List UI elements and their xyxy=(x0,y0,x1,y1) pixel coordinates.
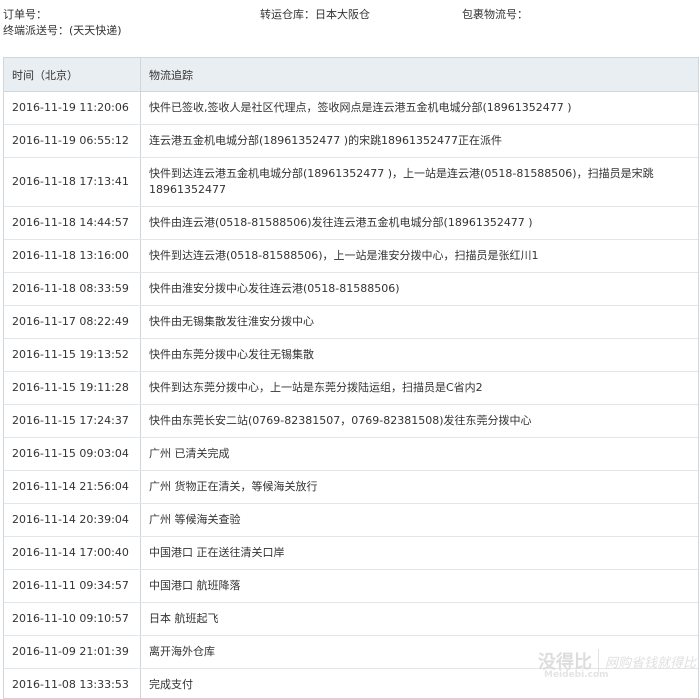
tracking-table: 时间（北京） 物流追踪 2016-11-19 11:20:06 快件已签收,签收人… xyxy=(3,57,699,699)
row-time: 2016-11-15 09:03:04 xyxy=(4,438,141,470)
table-row: 2016-11-18 17:13:41 快件到达连云港五金机电城分部(189613… xyxy=(4,158,698,207)
row-event: 快件已签收,签收人是社区代理点，签收网点是连云港五金机电城分部(18961352… xyxy=(149,101,572,114)
row-time: 2016-11-18 08:33:59 xyxy=(4,273,141,305)
row-event: 中国港口 航班降落 xyxy=(149,579,241,592)
table-row: 2016-11-11 09:34:57 中国港口 航班降落 xyxy=(4,570,698,603)
delivery-carrier: (天天快递) xyxy=(69,24,122,37)
warehouse-value: 日本大阪仓 xyxy=(315,8,370,21)
row-time: 2016-11-17 08:22:49 xyxy=(4,306,141,338)
row-event: 广州 已清关完成 xyxy=(149,447,230,460)
row-time: 2016-11-11 09:34:57 xyxy=(4,570,141,602)
row-time: 2016-11-14 20:39:04 xyxy=(4,504,141,536)
row-event: 快件由淮安分拨中心发往连云港(0518-81588506) xyxy=(149,282,400,295)
row-time: 2016-11-14 21:56:04 xyxy=(4,471,141,503)
table-row: 2016-11-18 13:16:00 快件到达连云港(0518-81588506… xyxy=(4,240,698,273)
row-time: 2016-11-19 06:55:12 xyxy=(4,125,141,157)
shipment-info: 订单号： 转运仓库：日本大阪仓 包裹物流号： 终端派送号： (天天快递) xyxy=(0,0,700,44)
row-time: 2016-11-14 17:00:40 xyxy=(4,537,141,569)
row-time: 2016-11-10 09:10:57 xyxy=(4,603,141,635)
table-row: 2016-11-14 21:56:04 广州 货物正在清关，等候海关放行 xyxy=(4,471,698,504)
table-row: 2016-11-15 19:11:28 快件到达东莞分拨中心，上一站是东莞分拨陆运… xyxy=(4,372,698,405)
warehouse-label: 转运仓库： xyxy=(260,8,315,21)
row-time: 2016-11-18 17:13:41 xyxy=(4,158,141,206)
row-event: 快件到达连云港(0518-81588506)，上一站是淮安分拨中心，扫描员是张红… xyxy=(149,249,539,262)
header-tracking: 物流追踪 xyxy=(149,68,193,82)
table-row: 2016-11-14 17:00:40 中国港口 正在送往清关口岸 xyxy=(4,537,698,570)
delivery-number-label: 终端派送号： xyxy=(3,24,69,37)
delivery-number-field: 终端派送号： (天天快递) xyxy=(3,24,122,38)
row-time: 2016-11-09 21:01:39 xyxy=(4,636,141,668)
row-time: 2016-11-18 13:16:00 xyxy=(4,240,141,272)
table-row: 2016-11-18 14:44:57 快件由连云港(0518-81588506)… xyxy=(4,207,698,240)
table-row: 2016-11-14 20:39:04 广州 等候海关查验 xyxy=(4,504,698,537)
order-number-field: 订单号： xyxy=(3,8,47,22)
table-row: 2016-11-15 09:03:04 广州 已清关完成 xyxy=(4,438,698,471)
row-event: 日本 航班起飞 xyxy=(149,612,219,625)
row-time: 2016-11-15 19:13:52 xyxy=(4,339,141,371)
table-row: 2016-11-10 09:10:57 日本 航班起飞 xyxy=(4,603,698,636)
row-event: 完成支付 xyxy=(149,678,193,691)
package-number-label: 包裹物流号： xyxy=(462,8,528,21)
row-event: 广州 等候海关查验 xyxy=(149,513,241,526)
row-event: 快件到达东莞分拨中心，上一站是东莞分拨陆运组，扫描员是C省内2 xyxy=(149,381,483,394)
tracking-table-header: 时间（北京） 物流追踪 xyxy=(4,58,698,92)
order-number-label: 订单号： xyxy=(3,8,47,21)
table-row: 2016-11-17 08:22:49 快件由无锡集散发往淮安分拨中心 xyxy=(4,306,698,339)
table-row: 2016-11-19 11:20:06 快件已签收,签收人是社区代理点，签收网点是… xyxy=(4,92,698,125)
row-time: 2016-11-15 19:11:28 xyxy=(4,372,141,404)
warehouse-field: 转运仓库：日本大阪仓 xyxy=(260,8,370,22)
row-event: 快件由连云港(0518-81588506)发往连云港五金机电城分部(189613… xyxy=(149,216,533,229)
row-event: 快件由东莞分拨中心发往无锡集散 xyxy=(149,348,314,361)
row-event: 离开海外仓库 xyxy=(149,645,215,658)
table-row: 2016-11-18 08:33:59 快件由淮安分拨中心发往连云港(0518-8… xyxy=(4,273,698,306)
header-time: 时间（北京） xyxy=(4,58,141,91)
table-row: 2016-11-09 21:01:39 离开海外仓库 xyxy=(4,636,698,669)
table-row: 2016-11-08 13:33:53 完成支付 xyxy=(4,669,698,698)
row-event: 快件由东莞长安二站(0769-82381507，0769-82381508)发往… xyxy=(149,414,532,427)
row-time: 2016-11-18 14:44:57 xyxy=(4,207,141,239)
row-time: 2016-11-15 17:24:37 xyxy=(4,405,141,437)
row-event: 连云港五金机电城分部(18961352477 )的宋跳18961352477正在… xyxy=(149,134,503,147)
package-number-field: 包裹物流号： xyxy=(462,8,528,22)
row-event: 快件由无锡集散发往淮安分拨中心 xyxy=(149,315,314,328)
row-time: 2016-11-08 13:33:53 xyxy=(4,669,141,698)
table-row: 2016-11-15 17:24:37 快件由东莞长安二站(0769-823815… xyxy=(4,405,698,438)
table-row: 2016-11-15 19:13:52 快件由东莞分拨中心发往无锡集散 xyxy=(4,339,698,372)
row-event: 中国港口 正在送往清关口岸 xyxy=(149,546,285,559)
row-time: 2016-11-19 11:20:06 xyxy=(4,92,141,124)
row-event: 快件到达连云港五金机电城分部(18961352477 )，上一站是连云港(051… xyxy=(149,167,654,196)
row-event: 广州 货物正在清关，等候海关放行 xyxy=(149,480,318,493)
table-row: 2016-11-19 06:55:12 连云港五金机电城分部(1896135247… xyxy=(4,125,698,158)
tracking-rows: 2016-11-19 11:20:06 快件已签收,签收人是社区代理点，签收网点是… xyxy=(4,92,698,698)
